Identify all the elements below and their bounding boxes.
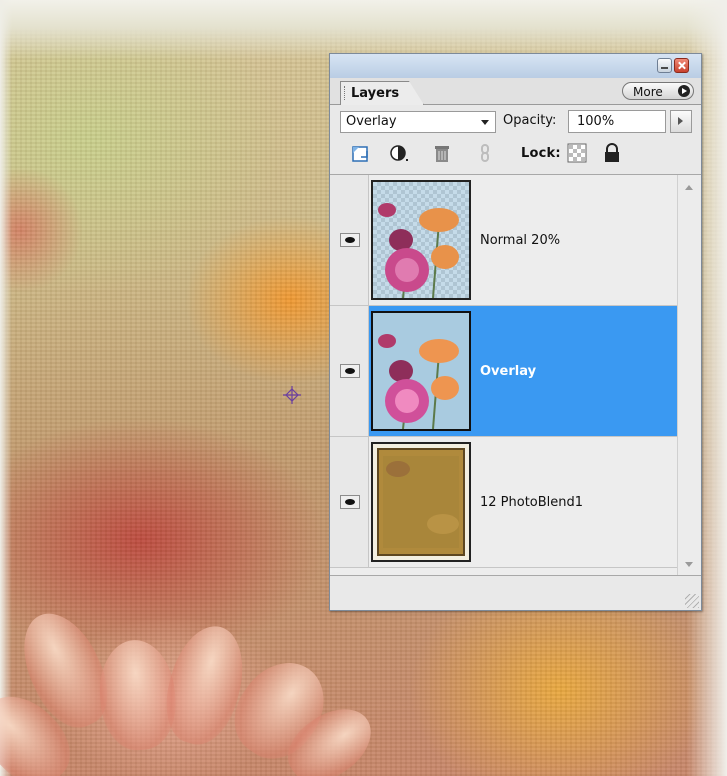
flower-thumbnail-image — [373, 313, 469, 429]
palette-titlebar[interactable] — [330, 54, 701, 78]
layer-row-selected[interactable]: Overlay — [330, 306, 677, 437]
layer-thumbnail — [371, 180, 471, 300]
layer-row[interactable]: Normal 20% — [330, 175, 677, 306]
new-layer-icon[interactable] — [350, 142, 372, 164]
eye-icon — [340, 495, 360, 509]
scroll-up-icon[interactable] — [685, 185, 693, 190]
layer-name[interactable]: Normal 20% — [480, 233, 560, 248]
lock-all-icon[interactable] — [601, 142, 623, 164]
texture-thumbnail-image — [373, 444, 469, 560]
canvas-paper-edge-left — [0, 0, 12, 776]
adjustment-layer-icon[interactable] — [388, 142, 410, 164]
layer-row[interactable]: 12 PhotoBlend1 — [330, 437, 677, 568]
lock-label: Lock: — [521, 146, 561, 161]
resize-grip-icon[interactable] — [685, 594, 699, 608]
layer-name[interactable]: Overlay — [480, 364, 536, 379]
minimize-icon[interactable] — [657, 58, 672, 73]
flower-thumbnail-image — [373, 182, 469, 298]
close-icon[interactable] — [674, 58, 689, 73]
opacity-input[interactable]: 100% — [568, 110, 666, 133]
trash-icon[interactable] — [431, 142, 453, 164]
visibility-toggle[interactable] — [330, 175, 369, 305]
canvas-paper-edge-top — [0, 0, 727, 60]
layer-thumbnail — [371, 311, 471, 431]
tab-grip-icon — [344, 86, 347, 100]
link-icon[interactable] — [474, 142, 496, 164]
opacity-slider-button[interactable] — [670, 110, 692, 133]
arrow-right-icon — [678, 85, 690, 97]
layers-palette[interactable]: Layers More Overlay Opacity: 100% Lock: — [329, 53, 702, 611]
eye-icon — [340, 364, 360, 378]
layer-list[interactable]: Normal 20% Overlay 12 PhotoBlend1 — [330, 174, 701, 576]
visibility-toggle[interactable] — [330, 306, 369, 436]
layer-thumbnail — [371, 442, 471, 562]
visibility-toggle[interactable] — [330, 437, 369, 567]
blend-mode-select[interactable]: Overlay — [340, 111, 496, 133]
layer-name[interactable]: 12 PhotoBlend1 — [480, 495, 583, 510]
tab-layers-label: Layers — [351, 86, 400, 101]
palette-tab-row: Layers More — [330, 78, 701, 105]
crosshair-cursor-icon — [283, 386, 301, 404]
more-button-label: More — [633, 85, 663, 99]
blend-mode-value: Overlay — [346, 114, 397, 129]
tab-layers[interactable]: Layers — [340, 81, 425, 105]
eye-icon — [340, 233, 360, 247]
more-button[interactable]: More — [622, 82, 694, 100]
opacity-label: Opacity: — [503, 113, 557, 128]
lock-transparency-icon[interactable] — [566, 142, 588, 164]
chevron-down-icon — [481, 120, 489, 125]
scroll-down-icon[interactable] — [685, 562, 693, 567]
layer-list-scrollbar[interactable] — [677, 175, 701, 575]
